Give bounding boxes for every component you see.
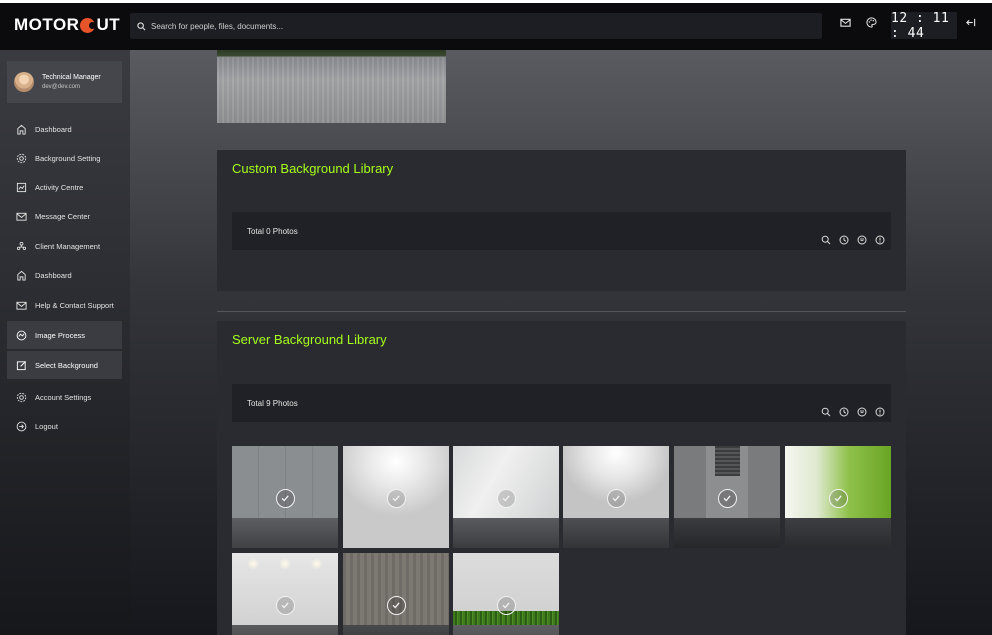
search-icon[interactable] [821,232,831,245]
sidebar-item-image-process[interactable]: Image Process [7,321,122,349]
clock: 12 : 11 : 44 [891,11,957,41]
thumbnail-floor [785,518,891,548]
sidebar-item-select-background[interactable]: Select Background [7,351,122,379]
home-icon [15,123,27,135]
thumbnail-white-wall-lights[interactable] [232,553,338,635]
activity-icon [15,181,27,193]
sidebar-item-label: Select Background [35,360,98,370]
thumbnail-floor [453,625,559,635]
sidebar-item-account-settings[interactable]: Account Settings [7,383,122,411]
thumbnail-floor [343,625,449,635]
custom-library-title: Custom Background Library [232,161,394,176]
sidebar-item-message-center[interactable]: Message Center [7,202,122,230]
custom-library-toolbar: Total 0 Photos [232,212,891,250]
profile-email: dev@dev.com [42,83,80,90]
custom-photo-count: Total 0 Photos [247,227,298,236]
search-icon[interactable] [821,404,831,417]
thumbnail-white-spotlight-studio[interactable] [343,446,449,548]
check-icon [387,489,406,508]
profile-name: Technical Manager [42,73,101,81]
sidebar: Technical Manager dev@dev.com Dashboard … [0,50,130,635]
mail-icon [15,210,27,222]
selected-background-preview [217,50,446,123]
custom-background-library: Custom Background Library Total 0 Photos [217,150,906,291]
sidebar-item-client-management[interactable]: Client Management [7,232,122,260]
check-icon [387,596,406,615]
section-divider [217,311,906,312]
edit-image-icon [15,359,27,371]
thumbnail-floor [232,625,338,635]
thumbnail-vent [715,446,740,476]
check-icon [497,489,516,508]
logo-text-left: MOTOR [14,15,80,34]
check-icon [718,489,737,508]
sidebar-item-label: Activity Centre [35,182,84,192]
sidebar-item-label: Help & Contact Support [35,300,114,310]
mail-icon[interactable] [838,17,852,31]
mail-icon [15,299,27,311]
sidebar-item-dashboard[interactable]: Dashboard [7,115,122,143]
logo-text-right: UT [96,15,121,34]
top-bar: MOTOR UT 12 : 11 : 44 [0,0,992,50]
thumbnail-green-mosaic[interactable] [785,446,891,548]
info-icon[interactable] [875,232,885,245]
logo: MOTOR UT [0,15,130,35]
server-photo-count: Total 9 Photos [247,399,298,408]
home-icon [15,269,27,281]
sidebar-item-background-setting[interactable]: Background Setting [7,144,122,172]
server-background-library: Server Background Library Total 9 Photos [217,321,906,635]
search-bar[interactable] [130,13,822,39]
thumbnail-wood-concrete-wall[interactable] [343,553,449,635]
search-input[interactable] [151,21,791,31]
sidebar-item-label: Message Center [35,211,91,221]
thumbnail-floor [232,518,338,548]
info-icon[interactable] [875,404,885,417]
server-library-toolbar: Total 9 Photos [232,384,891,422]
logout-arrow-icon[interactable] [963,17,977,31]
logo-ring-icon [80,17,97,33]
check-icon [276,596,295,615]
sidebar-item-label: Dashboard [35,270,72,280]
process-icon [15,329,27,341]
thumbnail-concrete-wall[interactable] [232,446,338,548]
history-icon[interactable] [839,404,849,417]
gear-icon [15,152,27,164]
gear-icon [15,391,27,403]
thumbnail-white-wall-grass[interactable] [453,553,559,635]
sidebar-item-label: Image Process [35,330,86,340]
thumbnail-grey-concrete-panel[interactable] [674,446,780,548]
search-icon [137,21,146,30]
sidebar-item-label: Dashboard [35,124,72,134]
history-icon[interactable] [839,232,849,245]
thumbnail-white-spotlight-dark-floor[interactable] [563,446,669,548]
server-library-title: Server Background Library [232,332,387,347]
check-icon [829,489,848,508]
sidebar-item-label: Background Setting [35,153,101,163]
sidebar-item-logout[interactable]: Logout [7,412,122,440]
avatar [14,72,34,92]
thumbnail-floor [453,518,559,548]
thumbnail-floor [674,518,780,548]
check-icon [276,489,295,508]
sidebar-item-label: Account Settings [35,392,92,402]
sidebar-item-dashboard-2[interactable]: Dashboard [7,261,122,289]
main-content: Custom Background Library Total 0 Photos… [130,50,992,635]
sidebar-item-label: Logout [35,421,58,431]
filter-icon[interactable] [857,404,867,417]
palette-icon[interactable] [864,17,878,31]
check-icon [607,489,626,508]
filter-icon[interactable] [857,232,867,245]
thumbnail-white-light-wall[interactable] [453,446,559,548]
sidebar-item-activity-centre[interactable]: Activity Centre [7,173,122,201]
logout-icon [15,420,27,432]
check-icon [497,596,516,615]
users-icon [15,240,27,252]
sidebar-item-label: Client Management [35,241,101,251]
profile-card[interactable]: Technical Manager dev@dev.com [7,61,122,103]
sidebar-item-help-support[interactable]: Help & Contact Support [7,291,122,319]
thumbnail-floor [563,518,669,548]
